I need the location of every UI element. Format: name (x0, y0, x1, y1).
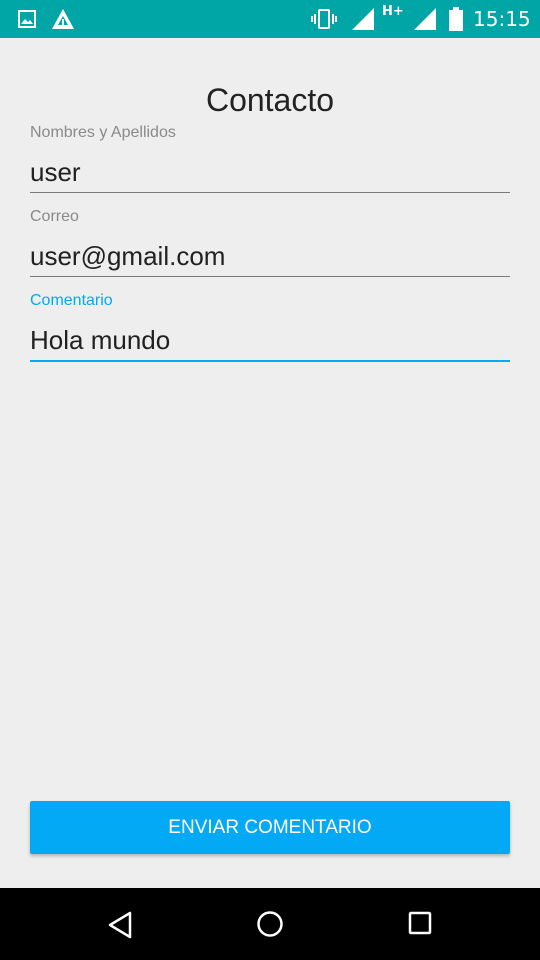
email-field[interactable] (30, 236, 510, 276)
submit-comment-button[interactable]: ENVIAR COMENTARIO (30, 801, 510, 854)
navigation-bar (0, 888, 540, 960)
signal-icon (352, 8, 374, 30)
signal-icon (414, 8, 436, 30)
comment-field[interactable] (30, 320, 510, 360)
network-type-label: H+ (382, 4, 404, 19)
recents-icon[interactable] (408, 911, 432, 935)
email-field-underline (30, 276, 510, 277)
battery-icon (449, 7, 463, 31)
name-field[interactable] (30, 152, 510, 192)
comment-field-label: Comentario (30, 292, 113, 309)
email-field-label: Correo (30, 208, 79, 225)
page-title: Contacto (205, 82, 335, 118)
status-bar: H+ 15:15 (0, 0, 540, 38)
image-icon (18, 10, 36, 28)
app-notification-icon (52, 9, 74, 29)
home-icon[interactable] (256, 910, 284, 938)
vibrate-icon (311, 9, 337, 29)
back-icon[interactable] (107, 911, 133, 939)
status-time: 15:15 (473, 7, 531, 31)
name-field-underline (30, 192, 510, 193)
name-field-label: Nombres y Apellidos (30, 124, 176, 141)
comment-field-underline (30, 360, 510, 362)
